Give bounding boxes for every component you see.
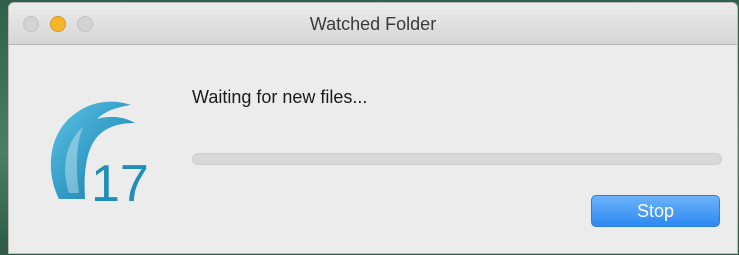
app-logo-17-icon: 17: [39, 89, 159, 213]
status-message: Waiting for new files...: [192, 87, 368, 107]
watched-folder-window: Watched Folder 17 Waiting for new files.…: [8, 2, 738, 254]
logo-text: 17: [91, 155, 149, 209]
window-title: Watched Folder: [309, 14, 437, 34]
progress-bar: [192, 153, 722, 165]
stop-button[interactable]: Stop: [591, 195, 720, 227]
window-content: 17 Waiting for new files... Stop: [9, 45, 737, 253]
title-bar[interactable]: Watched Folder: [9, 3, 737, 45]
